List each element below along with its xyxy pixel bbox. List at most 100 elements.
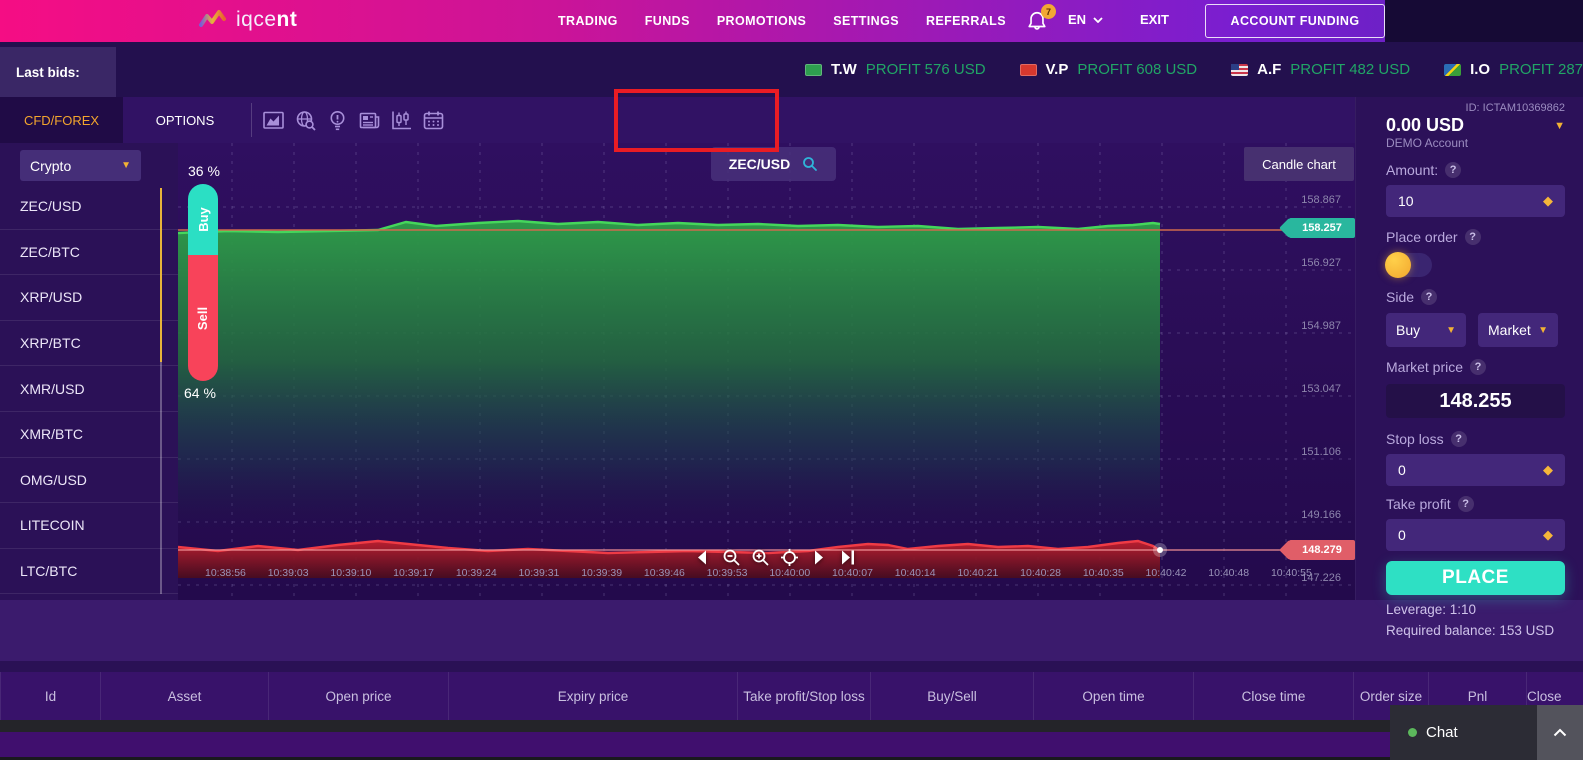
idea-bulb-icon[interactable] [326,109,349,132]
time-axis-label: 10:39:17 [393,567,434,579]
scroll-left-icon[interactable] [693,548,712,567]
tab-options[interactable]: OPTIONS [123,97,247,143]
logo[interactable]: iqcent [198,8,297,32]
candlestick-chart-icon[interactable] [390,109,413,132]
stop-loss-input[interactable]: 0 ◆ [1386,454,1565,486]
zoom-in-icon[interactable] [751,548,770,567]
globe-search-icon[interactable] [294,109,317,132]
price-axis-label: 153.047 [1285,383,1341,395]
side-dropdown[interactable]: Buy ▼ [1386,313,1466,347]
time-axis-label: 10:40:14 [895,567,936,579]
candle-chart-button[interactable]: Candle chart [1244,147,1354,181]
caret-down-icon: ▼ [1538,325,1548,336]
price-axis-label: 151.106 [1285,446,1341,458]
take-profit-help-icon[interactable]: ? [1458,496,1474,512]
nav-trading[interactable]: TRADING [558,14,618,28]
pair-list-item[interactable]: XMR/USD [0,366,178,412]
pair-label: XRP/BTC [20,335,81,351]
gauge-sell-segment: Sell [188,255,218,381]
pair-list-item[interactable]: LTC/BTC [0,549,178,595]
amount-input[interactable]: 10 ◆ [1386,185,1565,217]
time-axis-label: 10:40:55 [1271,567,1312,579]
flag-icon [1444,64,1461,76]
order-panel: ID: ICTAM10369862 0.00 USD ▼ DEMO Accoun… [1355,97,1583,600]
buy-price-value: 158.257 [1302,222,1342,234]
pair-label: LTC/BTC [20,563,77,579]
pair-list-item[interactable]: OMG/USD [0,458,178,504]
pair-label: ZEC/USD [20,198,81,214]
market-price-help-icon[interactable]: ? [1470,359,1486,375]
place-button[interactable]: PLACE [1386,561,1565,595]
asset-sidebar: Crypto ▼ ZEC/USD ZEC/BTC XRP/USD XRP/BTC… [0,143,178,600]
pair-label: LITECOIN [20,517,85,533]
take-profit-label: Take profit [1386,496,1451,512]
account-caret-down-icon[interactable]: ▼ [1554,120,1565,132]
chat-widget: Chat [1390,705,1583,760]
scroll-to-end-icon[interactable] [838,548,857,567]
bottom-strip-dark [0,720,1583,732]
side-controls: Buy ▼ Market ▼ [1386,313,1565,347]
take-profit-input[interactable]: 0 ◆ [1386,519,1565,551]
nav-settings[interactable]: SETTINGS [833,14,899,28]
asset-category-dropdown[interactable]: Crypto ▼ [20,150,141,181]
price-axis-label: 156.927 [1285,257,1341,269]
stop-loss-help-icon[interactable]: ? [1451,431,1467,447]
crosshair-icon[interactable] [780,548,799,567]
pair-list-item[interactable]: XMR/BTC [0,412,178,458]
pair-list-item[interactable]: ZEC/BTC [0,230,178,276]
place-order-help-icon[interactable]: ? [1465,229,1481,245]
account-type: DEMO Account [1386,136,1565,150]
chevron-down-icon [1093,17,1103,23]
tab-cfd-forex[interactable]: CFD/FOREX [0,97,123,143]
pair-list-item[interactable]: ZEC/USD [0,184,178,230]
amount-help-icon[interactable]: ? [1445,162,1461,178]
chat-expand-button[interactable] [1537,705,1583,760]
toolbar-icons [262,109,445,132]
chevron-up-icon [1553,728,1567,737]
nav-referrals[interactable]: REFERRALS [926,14,1006,28]
notification-badge: 7 [1041,4,1056,19]
chat-button[interactable]: Chat [1390,705,1537,760]
stop-loss-stepper-icon[interactable]: ◆ [1543,462,1553,478]
place-order-toggle[interactable] [1386,253,1432,277]
time-axis-label: 10:40:07 [832,567,873,579]
notifications-bell-icon[interactable]: 7 [1026,9,1052,35]
time-axis-label: 10:40:48 [1208,567,1249,579]
pair-list-item[interactable]: XRP/USD [0,275,178,321]
order-type-dropdown[interactable]: Market ▼ [1478,313,1558,347]
amount-stepper-icon[interactable]: ◆ [1543,193,1553,209]
sidebar-scrollbar-thumb[interactable] [160,188,162,362]
take-profit-stepper-icon[interactable]: ◆ [1543,527,1553,543]
side-help-icon[interactable]: ? [1421,289,1437,305]
scroll-right-icon[interactable] [809,548,828,567]
ticker-item: I.O PROFIT 287 [1444,61,1583,78]
nav-funds[interactable]: FUNDS [645,14,690,28]
calendar-icon[interactable] [422,109,445,132]
sell-percent: 64 % [184,385,216,401]
chart-controls [693,548,857,567]
gauge-buy-segment: Buy [188,184,218,255]
language-selector[interactable]: EN [1068,12,1103,27]
table-column-header: Asset [100,672,268,720]
time-axis-label: 10:39:46 [644,567,685,579]
symbol-search[interactable]: ZEC/USD [711,147,836,181]
table-gap [0,661,1583,672]
toggle-knob [1385,252,1411,278]
time-axis-label: 10:40:42 [1146,567,1187,579]
amount-label: Amount: [1386,162,1438,178]
nav-promotions[interactable]: PROMOTIONS [717,14,806,28]
bottom-strip-purple [0,732,1583,757]
pair-list-item[interactable]: LITECOIN [0,503,178,549]
area-chart-icon[interactable] [262,109,285,132]
news-icon[interactable] [358,109,381,132]
time-axis-label: 10:39:39 [581,567,622,579]
main-menu: TRADING FUNDS PROMOTIONS SETTINGS REFERR… [558,0,1006,42]
account-funding-button[interactable]: ACCOUNT FUNDING [1205,4,1385,38]
zoom-out-icon[interactable] [722,548,741,567]
sell-price-tag: 148.279 [1289,540,1355,560]
trader-profit: PROFIT 482 USD [1290,61,1410,78]
last-bids-ticker: Last bids: T.W PROFIT 576 USD V.P PROFIT… [0,42,1583,97]
exit-button[interactable]: EXIT [1140,12,1169,27]
orders-table-header: IdAssetOpen priceExpiry priceTake profit… [0,672,1583,720]
pair-list-item[interactable]: XRP/BTC [0,321,178,367]
